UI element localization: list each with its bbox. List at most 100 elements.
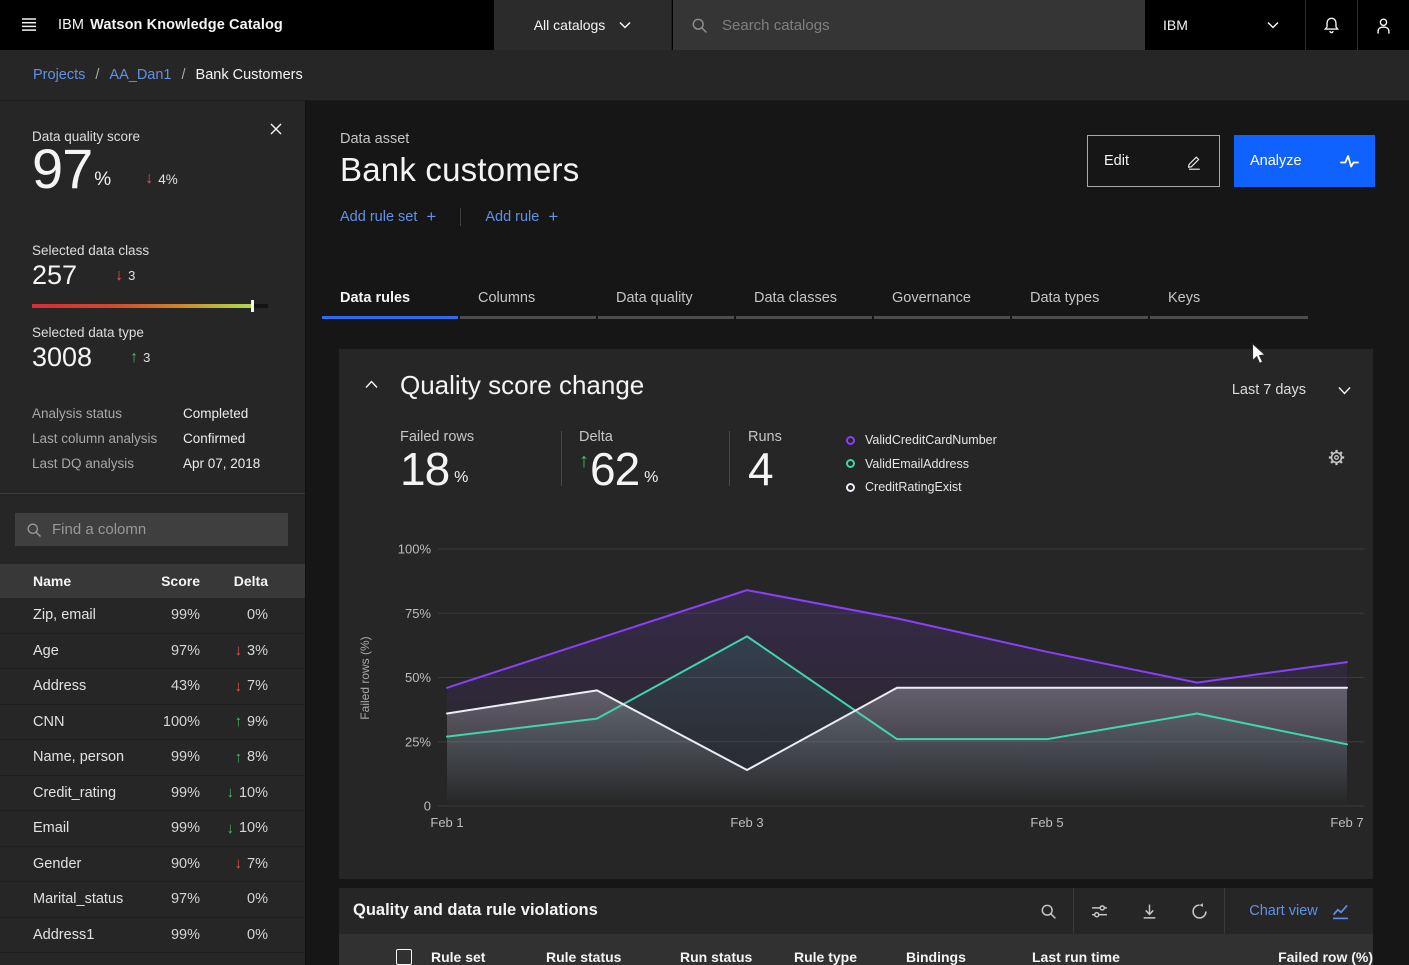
delta-arrow-icon: ↓ [235, 856, 243, 871]
down-arrow-icon: ↓ [145, 171, 153, 187]
main-content: Data asset Bank customers Add rule set +… [305, 100, 1409, 965]
delta-arrow-icon: ↑ [235, 714, 243, 729]
delta-arrow-icon: ↓ [226, 785, 234, 800]
table-row[interactable]: Address1 99% 0% [0, 918, 305, 954]
analysis-info-list: Analysis status Completed Last column an… [32, 401, 285, 476]
menu-icon[interactable] [12, 9, 46, 41]
account-label: IBM [1163, 17, 1188, 33]
rule-actions: Add rule set + Add rule + [340, 207, 558, 227]
analyze-button[interactable]: Analyze [1234, 135, 1375, 187]
dq-score-value: 97 % ↓ 4% [32, 141, 178, 197]
svg-text:50%: 50% [405, 670, 431, 685]
chart-view-toggle[interactable]: Chart view [1225, 888, 1373, 934]
quality-score-card: Quality score change Last 7 days Failed … [339, 349, 1373, 879]
account-menu[interactable]: IBM [1145, 0, 1305, 50]
violations-column-header: Bindings [906, 949, 1032, 965]
table-row[interactable]: ↑ [0, 953, 305, 965]
table-row[interactable]: Email 99% ↓ 10% [0, 811, 305, 847]
add-rule-link[interactable]: Add rule + [485, 207, 558, 227]
divider [0, 493, 305, 494]
table-row[interactable]: Name, person 99% ↑ 8% [0, 740, 305, 776]
tab[interactable]: Keys [1150, 284, 1308, 319]
refresh-button[interactable] [1174, 888, 1224, 934]
svg-text:100%: 100% [398, 542, 432, 557]
table-row[interactable]: Zip, email 99% 0% [0, 598, 305, 634]
search-icon [691, 17, 708, 34]
breadcrumb-current: Bank Customers [196, 67, 303, 83]
violations-table-header: Rule set Rule status Run status Rule typ… [339, 934, 1373, 965]
select-all-checkbox[interactable] [396, 949, 412, 965]
tab[interactable]: Columns [460, 284, 596, 319]
breadcrumb-projects[interactable]: Projects [33, 67, 85, 83]
delta-arrow-icon: ↓ [226, 821, 234, 836]
table-row[interactable]: Address 43% ↓ 7% [0, 669, 305, 705]
restart-icon [1191, 903, 1208, 920]
pencil-icon [1186, 153, 1203, 170]
find-column-input[interactable]: Find a colomn [15, 513, 288, 546]
divider [460, 208, 461, 226]
download-button[interactable] [1124, 888, 1174, 934]
up-arrow-icon: ↑ [130, 350, 138, 366]
app-window: IBM Watson Knowledge Catalog All catalog… [0, 0, 1409, 965]
plus-icon: + [426, 207, 436, 227]
catalog-search[interactable]: Search catalogs [673, 0, 1145, 50]
dq-meter-marker [251, 300, 255, 312]
brand-prefix: IBM [58, 17, 84, 33]
table-row[interactable]: Age 97% ↓ 3% [0, 634, 305, 670]
search-button[interactable] [1023, 888, 1073, 934]
breadcrumb-separator: / [95, 67, 99, 83]
violations-column-header: Rule set [431, 949, 546, 965]
brand-name: Watson Knowledge Catalog [90, 17, 283, 33]
selected-data-type-stat: Selected data type 3008 ↑ 3 [32, 325, 150, 371]
table-row[interactable]: CNN 100% ↑ 9% [0, 705, 305, 741]
catalog-selector-label: All catalogs [534, 17, 606, 33]
user-profile-button[interactable] [1357, 0, 1409, 50]
svg-text:Feb 5: Feb 5 [1030, 815, 1063, 830]
plus-icon: + [548, 207, 558, 227]
close-icon[interactable] [265, 118, 287, 140]
svg-text:Feb 1: Feb 1 [430, 815, 463, 830]
tab[interactable]: Data rules [322, 284, 458, 319]
tab[interactable]: Data classes [736, 284, 872, 319]
quality-score-line-chart[interactable]: 100%75%50%25%0Feb 1Feb 3Feb 5Feb 7 [339, 349, 1373, 849]
tab[interactable]: Data types [1012, 284, 1148, 319]
search-icon [1040, 903, 1057, 920]
table-row[interactable]: Marital_status 97% 0% [0, 882, 305, 918]
columns-score-table: Name Score Delta Zip, email 99% 0% Age 9… [0, 564, 305, 965]
violations-column-header: Run status [680, 949, 794, 965]
tab[interactable]: Governance [874, 284, 1010, 319]
analysis-info-row: Last column analysis Confirmed [32, 426, 285, 451]
violations-title: Quality and data rule violations [353, 901, 598, 920]
violations-column-header: Failed row (%) [1278, 949, 1373, 965]
dq-score-delta: 4% [158, 172, 178, 187]
notifications-button[interactable] [1305, 0, 1357, 50]
data-quality-sidebar: Data quality score 97 % ↓ 4% Selected da… [0, 100, 305, 965]
edit-button[interactable]: Edit [1087, 135, 1220, 187]
asset-kicker: Data asset [340, 131, 409, 147]
analysis-info-row: Analysis status Completed [32, 401, 285, 426]
catalog-selector[interactable]: All catalogs [494, 0, 672, 50]
svg-text:Feb 7: Feb 7 [1330, 815, 1363, 830]
violations-column-header: Rule type [794, 949, 906, 965]
activity-icon [1340, 153, 1359, 169]
user-icon [1375, 17, 1392, 34]
breadcrumb-separator: / [182, 67, 186, 83]
tab[interactable]: Data quality [598, 284, 734, 319]
account-area: IBM [1145, 0, 1409, 50]
analytics-icon [1332, 903, 1349, 920]
add-rule-set-link[interactable]: Add rule set + [340, 207, 436, 227]
filter-settings-button[interactable] [1074, 888, 1124, 934]
delta-arrow-icon: ↓ [235, 679, 243, 694]
chevron-down-icon [1267, 21, 1279, 29]
svg-text:0: 0 [424, 799, 431, 814]
asset-tabs: Data rules Columns Data quality Data cla… [322, 284, 1308, 319]
find-column-placeholder: Find a colomn [52, 521, 146, 538]
table-row[interactable]: Gender 90% ↓ 7% [0, 847, 305, 883]
violations-column-header: Rule status [546, 949, 680, 965]
selected-data-class-stat: Selected data class 257 ↓ 3 [32, 243, 149, 289]
dq-meter-gradient [32, 304, 251, 308]
settings-adjust-icon [1091, 903, 1108, 920]
breadcrumb-project-name[interactable]: AA_Dan1 [109, 67, 171, 83]
table-row[interactable]: Credit_rating 99% ↓ 10% [0, 776, 305, 812]
bell-icon [1323, 17, 1340, 34]
